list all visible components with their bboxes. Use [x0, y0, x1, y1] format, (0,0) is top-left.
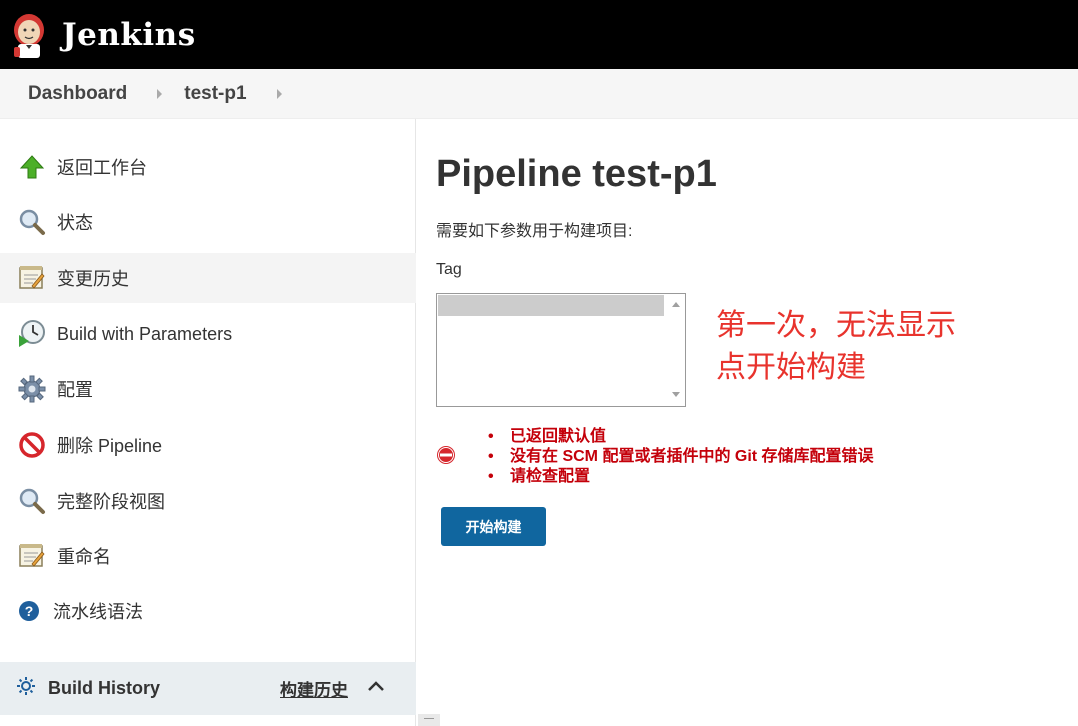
magnifier-icon	[17, 207, 47, 237]
help-icon: ?	[17, 596, 41, 626]
sidebar-item-full-stage-view[interactable]: 完整阶段视图	[0, 476, 416, 526]
error-icon	[436, 445, 456, 470]
top-header: Jenkins	[0, 0, 1078, 69]
sidebar-item-label: 状态	[57, 213, 93, 233]
breadcrumb-dashboard[interactable]: Dashboard	[28, 83, 127, 105]
annotation-line: 点开始构建	[716, 351, 866, 384]
svg-text:?: ?	[25, 603, 34, 619]
app-name[interactable]: Jenkins	[62, 17, 196, 53]
sidebar-item-label: 删除 Pipeline	[57, 436, 163, 456]
sidebar-item-label: 重命名	[57, 547, 111, 567]
sidebar-item-back-to-dashboard[interactable]: 返回工作台	[0, 142, 416, 192]
sidebar-item-label: 流水线语法	[53, 602, 143, 622]
resize-handle[interactable]	[418, 714, 440, 726]
jenkins-butler-icon[interactable]	[10, 11, 48, 59]
sidebar-item-rename[interactable]: 重命名	[0, 531, 416, 581]
breadcrumb-arrow-icon[interactable]	[157, 88, 163, 99]
tag-param-label: Tag	[436, 261, 462, 278]
breadcrumb: Dashboard test-p1	[0, 69, 1078, 119]
page-title: Pipeline test-p1	[436, 153, 717, 195]
sidebar-item-label: 变更历史	[57, 269, 129, 289]
no-entry-icon	[17, 430, 47, 460]
main-content: Pipeline test-p1 需要如下参数用于构建项目: Tag 第一次，无…	[436, 119, 1076, 726]
notepad-icon	[17, 541, 47, 571]
gear-icon	[17, 374, 47, 404]
error-item: 请检查配置	[488, 467, 874, 487]
tag-select-list[interactable]	[436, 293, 686, 407]
error-item: 没有在 SCM 配置或者插件中的 Git 存储库配置错误	[488, 447, 874, 467]
sun-icon	[16, 676, 36, 701]
sidebar-item-label: 配置	[57, 380, 93, 400]
sidebar-item-label: 完整阶段视图	[57, 492, 165, 512]
scroll-up-arrow-icon[interactable]	[672, 302, 680, 307]
start-build-button[interactable]: 开始构建	[441, 507, 546, 546]
breadcrumb-arrow-icon[interactable]	[276, 88, 282, 99]
sidebar-item-status[interactable]: 状态	[0, 197, 416, 247]
build-history-link[interactable]: 构建历史	[280, 676, 348, 701]
chevron-up-icon[interactable]	[367, 679, 385, 698]
sidebar-item-delete-pipeline[interactable]: 删除 Pipeline	[0, 420, 416, 470]
error-list: 已返回默认值 没有在 SCM 配置或者插件中的 Git 存储库配置错误 请检查配…	[488, 427, 874, 487]
annotation-line: 第一次，无法显示	[716, 309, 956, 342]
sidebar-item-label: Build with Parameters	[57, 323, 233, 344]
notepad-icon	[17, 263, 47, 293]
sidebar-item-build-with-parameters[interactable]: Build with Parameters	[0, 309, 416, 359]
sidebar-item-pipeline-syntax[interactable]: ? 流水线语法	[0, 586, 416, 636]
error-item: 已返回默认值	[488, 427, 874, 447]
tag-option-selected[interactable]	[438, 295, 664, 316]
sidebar-item-label: 返回工作台	[57, 158, 147, 178]
magnifier-icon	[17, 486, 47, 516]
sidebar-item-configure[interactable]: 配置	[0, 364, 416, 414]
build-history-header: Build History 构建历史	[0, 662, 416, 715]
sidebar: 返回工作台 状态 变更历史 Build with Parameters 配置 删…	[0, 119, 416, 726]
scroll-down-arrow-icon[interactable]	[672, 392, 680, 397]
clock-play-icon	[17, 319, 47, 349]
build-history-title: Build History	[48, 678, 161, 698]
annotation-note: 第一次，无法显示 点开始构建	[716, 305, 956, 389]
breadcrumb-project[interactable]: test-p1	[184, 83, 246, 105]
up-arrow-icon	[17, 152, 47, 182]
sidebar-item-changes[interactable]: 变更历史	[0, 253, 416, 303]
parameters-description: 需要如下参数用于构建项目:	[436, 223, 633, 240]
